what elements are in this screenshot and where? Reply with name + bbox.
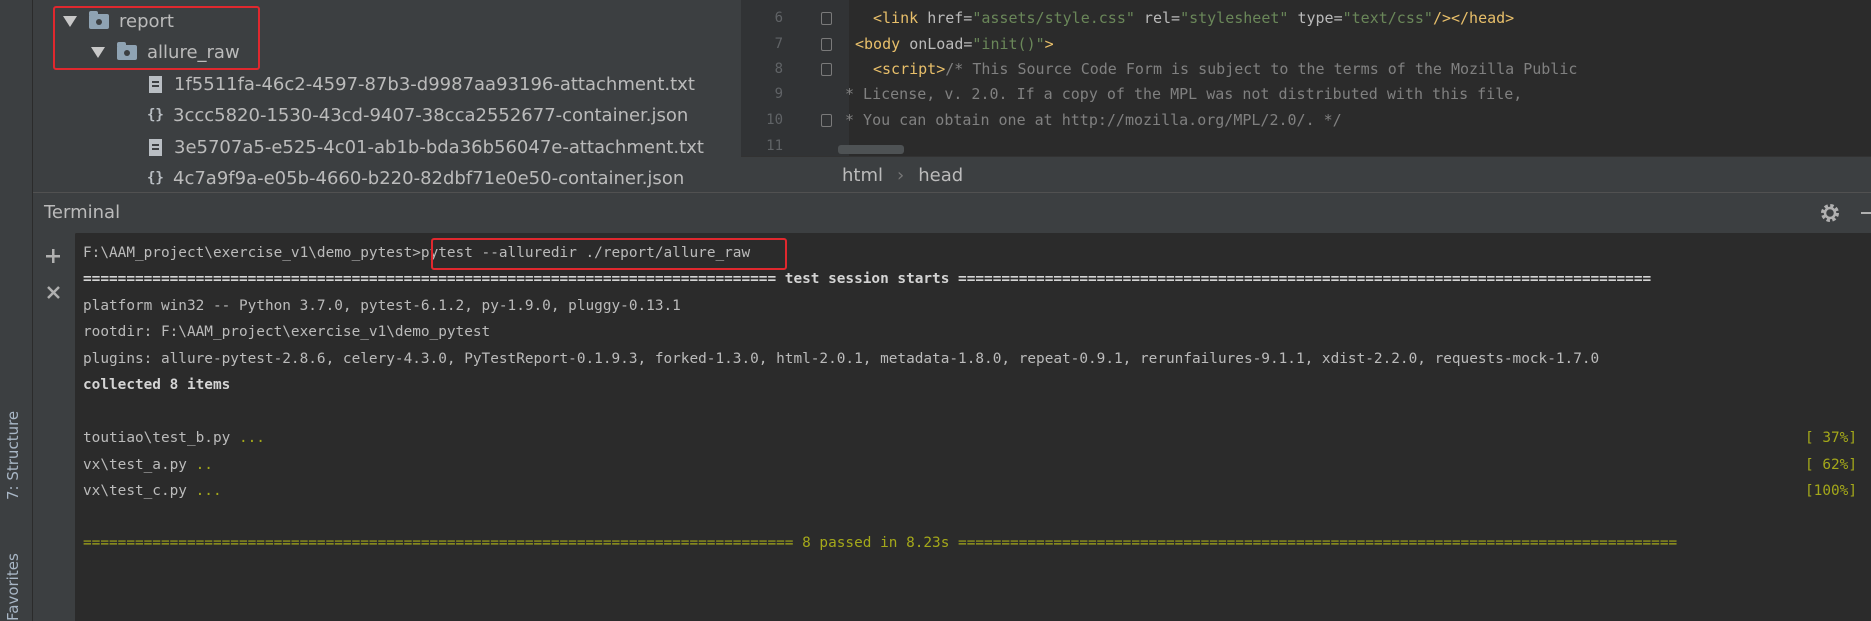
terminal-toolbar	[33, 233, 75, 621]
favorites-tab-label: Favorites	[4, 553, 22, 621]
tree-file-label: 3e5707a5-e525-4c01-ab1b-bda36b56047e-att…	[174, 136, 704, 158]
highlight-box-report-folder	[53, 6, 260, 70]
breadcrumb-separator: ›	[897, 164, 905, 186]
tree-file[interactable]: {} 3ccc5820-1530-43cd-9407-38cca2552677-…	[147, 100, 688, 130]
breadcrumb: html › head	[741, 156, 1871, 193]
code-line-9: * License, v. 2.0. If a copy of the MPL …	[845, 85, 1523, 103]
tree-file-label: 1f5511fa-46c2-4597-87b3-d9987aa93196-att…	[174, 73, 695, 95]
minimize-icon[interactable]	[1861, 212, 1871, 214]
fold-marker-icon[interactable]	[821, 63, 832, 76]
tree-file[interactable]: 3e5707a5-e525-4c01-ab1b-bda36b56047e-att…	[149, 132, 704, 162]
tree-file[interactable]: {} 4c7a9f9a-e05b-4660-b220-82dbf71e0e50-…	[147, 163, 684, 193]
terminal-header: Terminal	[33, 192, 1871, 234]
text-file-icon	[149, 138, 162, 156]
fold-marker-icon[interactable]	[821, 114, 832, 127]
line-number: 10	[766, 112, 783, 128]
structure-tab[interactable]: 7: Structure	[4, 411, 22, 500]
test-result-line: toutiao\test_b.py ...	[83, 430, 265, 446]
code-line-10: * You can obtain one at http://mozilla.o…	[845, 111, 1342, 129]
test-progress: [ 62%]	[1805, 457, 1857, 473]
terminal-output[interactable]: F:\AAM_project\exercise_v1\demo_pytest>p…	[76, 233, 1871, 621]
plus-icon[interactable]	[45, 248, 61, 264]
fold-marker-icon[interactable]	[821, 12, 832, 25]
code-line-8: <script>/* This Source Code Form is subj…	[873, 60, 1578, 78]
tree-file-label: 4c7a9f9a-e05b-4660-b220-82dbf71e0e50-con…	[173, 167, 685, 189]
structure-tab-label: 7: Structure	[4, 410, 22, 500]
line-number: 8	[774, 61, 783, 77]
close-icon[interactable]	[46, 285, 61, 300]
fold-marker-icon[interactable]	[821, 38, 832, 51]
json-file-icon: {}	[147, 170, 164, 186]
line-number: 6	[774, 10, 783, 26]
favorites-tab[interactable]: Favorites	[4, 553, 22, 621]
summary-line: ========================================…	[83, 535, 1678, 551]
terminal-prompt: F:\AAM_project\exercise_v1\demo_pytest>	[83, 245, 421, 261]
collected-line: collected 8 items	[83, 377, 231, 393]
tree-file[interactable]: 1f5511fa-46c2-4597-87b3-d9987aa93196-att…	[149, 69, 695, 99]
gear-icon[interactable]	[1819, 202, 1841, 224]
line-number: 11	[766, 138, 783, 154]
code-line-7: <body onLoad="init()">	[855, 35, 1054, 53]
test-progress: [ 37%]	[1805, 430, 1857, 446]
tree-file-label: 3ccc5820-1530-43cd-9407-38cca2552677-con…	[173, 104, 689, 126]
editor-gutter: 6 7 8 9 10 11	[741, 0, 849, 156]
session-start-line: ========================================…	[83, 271, 1652, 287]
breadcrumb-item-html[interactable]: html	[842, 165, 883, 186]
plugins-line: plugins: allure-pytest-2.8.6, celery-4.3…	[83, 351, 1600, 367]
highlight-box-command	[431, 238, 787, 270]
line-number: 7	[774, 36, 783, 52]
code-line-6: <link href="assets/style.css" rel="style…	[873, 9, 1515, 27]
text-file-icon	[149, 75, 162, 93]
terminal-title: Terminal	[44, 202, 121, 223]
json-file-icon: {}	[147, 107, 164, 123]
rootdir-line: rootdir: F:\AAM_project\exercise_v1\demo…	[83, 324, 491, 340]
line-number: 9	[774, 86, 783, 102]
horizontal-scrollbar[interactable]	[838, 145, 904, 154]
left-tool-strip: 7: Structure Favorites	[0, 0, 33, 621]
test-progress: [100%]	[1805, 483, 1857, 499]
breadcrumb-item-head[interactable]: head	[918, 165, 963, 186]
code-editor[interactable]: 6 7 8 9 10 11 <link href="assets/style.c…	[741, 0, 1871, 156]
platform-line: platform win32 -- Python 3.7.0, pytest-6…	[83, 298, 681, 314]
test-result-line: vx\test_c.py ...	[83, 483, 222, 499]
test-result-line: vx\test_a.py ..	[83, 457, 213, 473]
